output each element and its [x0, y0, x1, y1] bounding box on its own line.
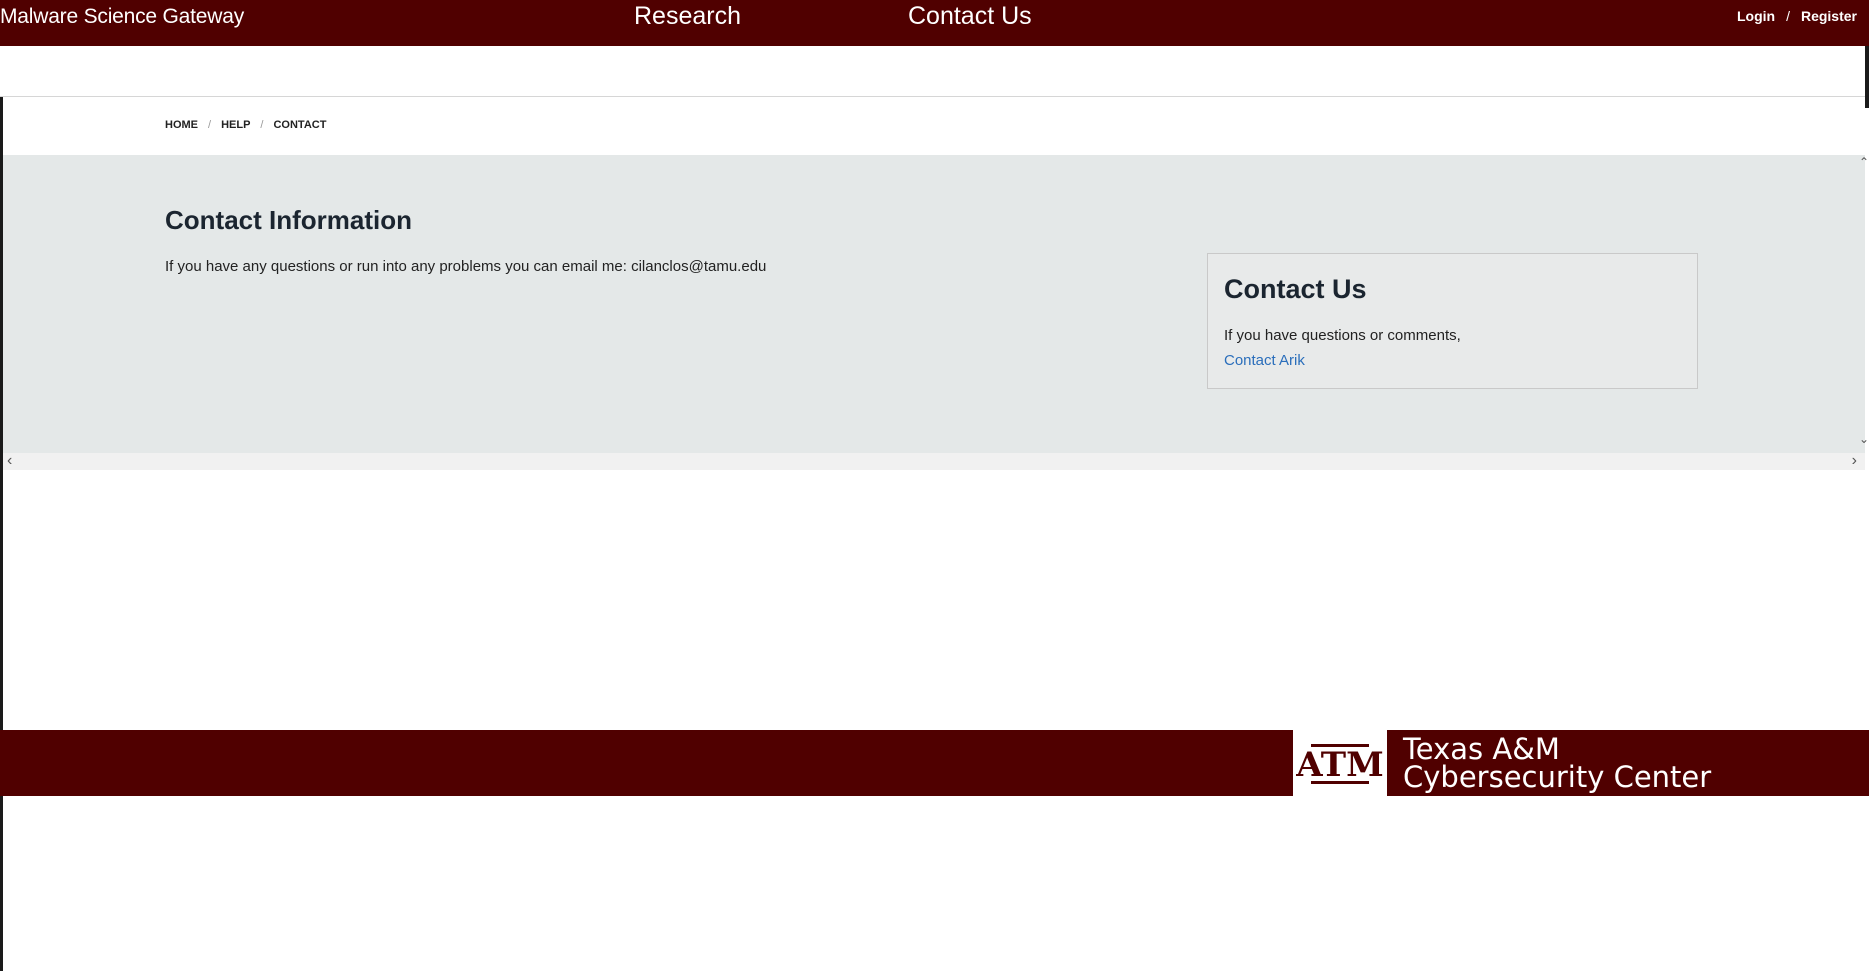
- atm-logo-icon: ATM: [1293, 730, 1387, 796]
- scroll-left-icon[interactable]: ‹: [7, 452, 12, 470]
- login-link[interactable]: Login: [1737, 8, 1775, 24]
- auth-links: Login / Register: [1737, 8, 1857, 24]
- right-border: [1865, 46, 1869, 108]
- brand-title[interactable]: Malware Science Gateway: [0, 5, 244, 29]
- main-content: Contact Information If you have any ques…: [3, 155, 1865, 453]
- breadcrumb-help[interactable]: HELP: [221, 119, 250, 131]
- nav-contact-us[interactable]: Contact Us: [908, 2, 1032, 31]
- footer-line2: Cybersecurity Center: [1403, 760, 1712, 794]
- breadcrumb-home[interactable]: HOME: [165, 119, 198, 131]
- scroll-up-icon[interactable]: ⌃: [1859, 155, 1869, 169]
- scroll-down-icon[interactable]: ⌄: [1859, 432, 1869, 446]
- footer-line1: Texas A&M: [1403, 732, 1560, 766]
- footer: ATM Texas A&M Cybersecurity Center: [0, 730, 1869, 796]
- breadcrumb-separator: /: [208, 119, 212, 131]
- scroll-right-icon[interactable]: ›: [1852, 452, 1857, 470]
- card-title: Contact Us: [1224, 274, 1367, 304]
- page-title: Contact Information: [165, 205, 412, 235]
- footer-logo-text: Texas A&M Cybersecurity Center: [1403, 732, 1712, 794]
- subheader-bar: [0, 46, 1865, 97]
- breadcrumb: HOME / HELP / CONTACT: [165, 119, 326, 131]
- contact-arik-link[interactable]: Contact Arik: [1224, 352, 1305, 369]
- top-navbar: Malware Science Gateway Research Contact…: [0, 0, 1869, 46]
- atm-logo-mark: ATM: [1295, 745, 1383, 785]
- breadcrumb-contact: CONTACT: [273, 119, 327, 131]
- horizontal-scrollbar[interactable]: ‹ ›: [3, 452, 1865, 470]
- breadcrumb-separator: /: [260, 119, 264, 131]
- contact-info-text: If you have any questions or run into an…: [165, 258, 767, 275]
- contact-us-card: Contact Us If you have questions or comm…: [1207, 253, 1698, 389]
- register-link[interactable]: Register: [1801, 8, 1857, 24]
- card-text: If you have questions or comments,: [1224, 327, 1461, 344]
- nav-research[interactable]: Research: [634, 2, 741, 31]
- auth-separator: /: [1786, 8, 1790, 24]
